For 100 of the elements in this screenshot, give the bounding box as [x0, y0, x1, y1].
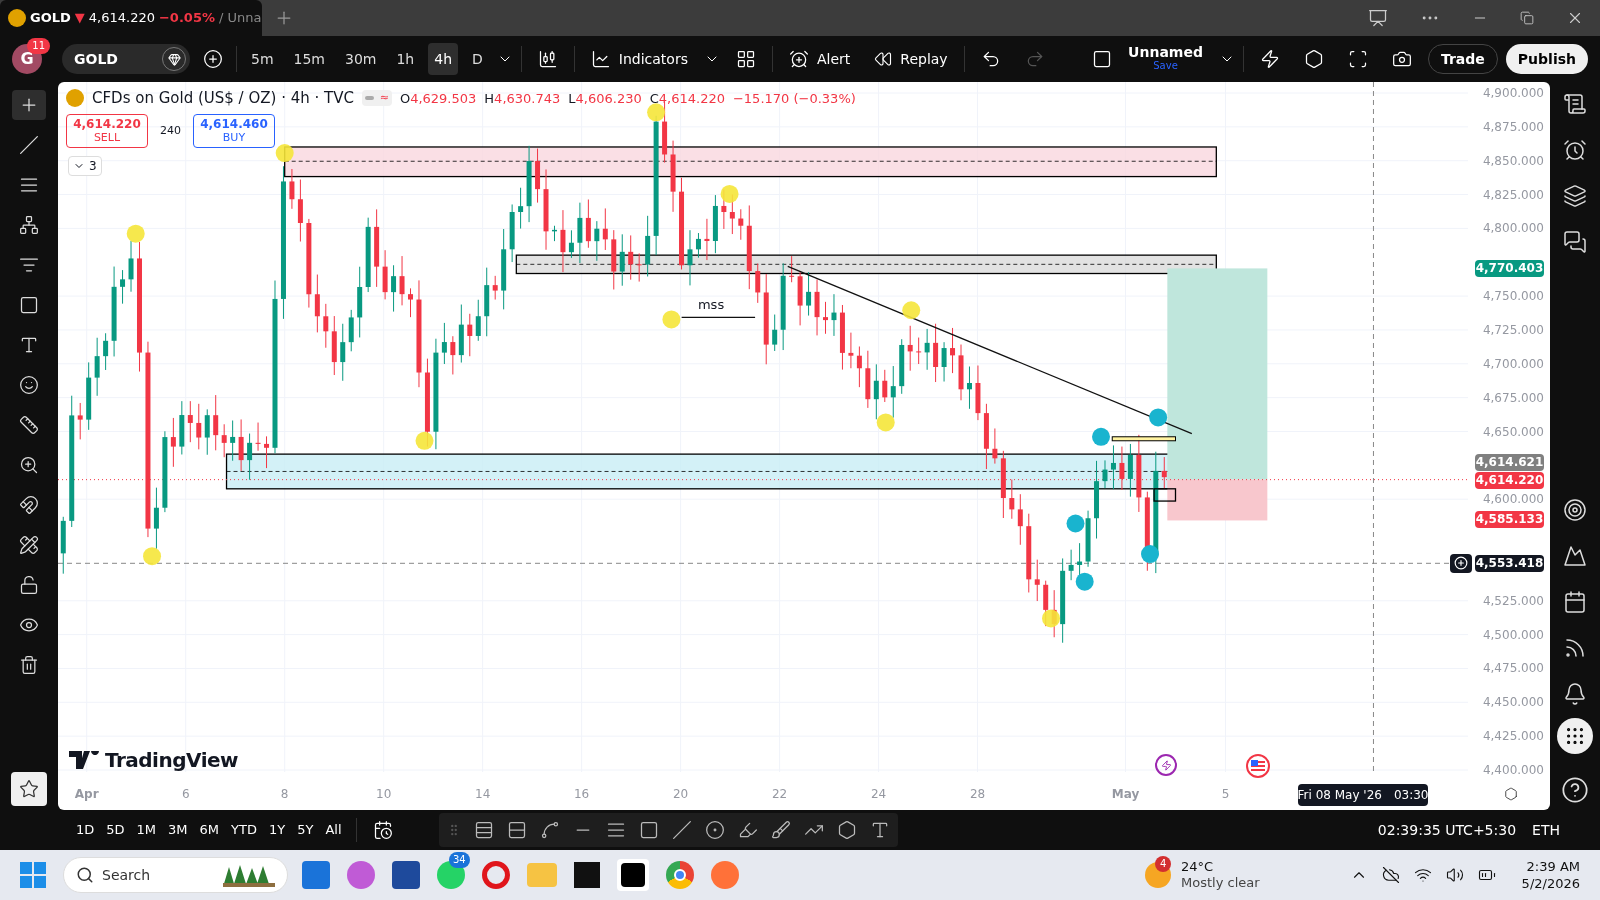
favorite-icon[interactable] — [11, 772, 47, 806]
apps-icon[interactable] — [1557, 718, 1593, 754]
range-button[interactable]: 5D — [100, 816, 131, 844]
crosshair-icon[interactable] — [12, 90, 46, 120]
tab-price: 4,614.220 — [88, 9, 155, 28]
volume-icon[interactable] — [1445, 866, 1464, 884]
time-label: 8 — [280, 787, 289, 801]
time-label: May — [1111, 787, 1140, 801]
price-tag: 4,553.418 — [1475, 554, 1544, 572]
ohlc-value: L4,606.230 — [568, 89, 642, 108]
help-icon[interactable] — [1561, 776, 1589, 804]
symbol-search[interactable]: GOLD — [62, 44, 190, 74]
spline-icon[interactable] — [539, 820, 560, 840]
chart-app-icon[interactable] — [617, 859, 649, 891]
replay-button[interactable]: Replay — [866, 48, 956, 70]
price-tag: 4,770.403 — [1475, 259, 1544, 277]
checkbox-icon[interactable] — [1092, 49, 1113, 69]
levels-icon[interactable] — [506, 820, 527, 840]
marker-dot — [1092, 427, 1110, 446]
clock-label: 02:39:35 UTC+5:30 — [1377, 820, 1517, 840]
price-label: 4,475.000 — [1482, 661, 1544, 676]
marker-dot — [1042, 609, 1060, 628]
copilot-icon[interactable] — [347, 861, 375, 889]
layout-name-button[interactable]: Unnamed Save — [1120, 45, 1211, 73]
chrome-icon[interactable] — [666, 861, 694, 889]
chat-icon[interactable] — [1563, 230, 1587, 254]
polygon-icon[interactable] — [836, 820, 857, 840]
range-button[interactable]: YTD — [225, 816, 263, 844]
interval-button[interactable]: 15m — [287, 43, 331, 75]
interval-button[interactable]: 1h — [390, 43, 421, 75]
search-field[interactable]: Search — [63, 857, 288, 893]
highlighter-icon[interactable] — [737, 820, 758, 840]
interval-button[interactable]: 30m — [339, 43, 383, 75]
interval-button[interactable]: 4h — [428, 43, 458, 75]
visibility-toggle[interactable]: ≈ — [361, 90, 392, 107]
price-label: 4,900.000 — [1482, 86, 1544, 100]
brush-icon[interactable] — [770, 820, 791, 840]
flag-event-icon — [1246, 754, 1270, 778]
tab-title: / Unna — [218, 9, 262, 28]
price-label: 4,600.000 — [1482, 492, 1544, 507]
interval-button[interactable]: D — [466, 43, 489, 75]
range-button[interactable]: 1D — [70, 816, 101, 844]
price-label: 4,700.000 — [1482, 356, 1544, 371]
alert-button[interactable]: Alert — [780, 48, 859, 70]
mountain-icon[interactable] — [1563, 544, 1587, 568]
calendar-icon[interactable] — [1563, 590, 1587, 614]
cloud-off-icon[interactable] — [1381, 866, 1400, 884]
target-icon[interactable] — [1563, 498, 1587, 522]
add-price-icon[interactable] — [1450, 553, 1472, 573]
price-label: 4,850.000 — [1482, 153, 1544, 168]
tab-change: −0.05% — [158, 9, 215, 28]
price-label: 4,875.000 — [1482, 119, 1544, 134]
trend-line-icon[interactable] — [671, 820, 692, 840]
alarm-clock-icon — [788, 49, 809, 69]
range-button[interactable]: 6M — [193, 816, 226, 844]
time-label: 5 — [1221, 787, 1230, 801]
range-button[interactable]: 5Y — [291, 816, 320, 844]
sell-button[interactable]: 4,614.220 SELL — [66, 114, 148, 148]
lightning-event-icon — [1155, 754, 1177, 776]
range-button[interactable]: 1M — [130, 816, 163, 844]
rectangle-icon[interactable] — [638, 820, 659, 840]
lines-icon[interactable] — [473, 820, 494, 840]
watchlist-icon[interactable] — [1563, 92, 1587, 116]
alarm-icon[interactable] — [1563, 138, 1587, 162]
marker-dot — [647, 103, 666, 122]
price-label: 4,500.000 — [1482, 627, 1544, 642]
crosshair-time-label: Fri 08 May '26 03:30 — [1298, 784, 1428, 806]
opera-icon[interactable] — [482, 861, 510, 889]
session-button[interactable]: ETH — [1532, 819, 1560, 841]
logo-text: TradingView — [105, 747, 239, 774]
rewind-icon — [874, 50, 893, 68]
range-button[interactable]: 1Y — [262, 816, 292, 844]
publish-button[interactable]: Publish — [1505, 44, 1588, 74]
price-label: 4,400.000 — [1482, 763, 1544, 777]
tab-symbol: GOLD — [30, 9, 71, 28]
indicators-toggle[interactable]: 3 — [68, 156, 102, 176]
price-label: 4,750.000 — [1482, 289, 1544, 304]
price-tag: 4,614.621 — [1475, 453, 1544, 471]
ohlc-value: C4,614.220 — [649, 89, 725, 108]
whatsapp-icon[interactable] — [437, 861, 465, 889]
range-button[interactable]: All — [319, 816, 348, 844]
change-value: −15.170 (−0.33%) — [732, 89, 856, 108]
layers-icon[interactable] — [1563, 184, 1587, 208]
marker-dot — [1141, 545, 1159, 564]
settings-icon[interactable] — [1504, 787, 1518, 801]
buy-button[interactable]: 4,614.460 BUY — [193, 114, 275, 148]
price-label: 4,450.000 — [1482, 695, 1544, 710]
circle-icon[interactable] — [704, 820, 725, 840]
bell-icon[interactable] — [1563, 682, 1587, 706]
price-label: 4,725.000 — [1482, 322, 1544, 337]
interval-button[interactable]: 5m — [245, 43, 280, 75]
presentation-icon[interactable] — [1368, 8, 1388, 28]
range-button[interactable]: 3M — [162, 816, 194, 844]
browser-tab[interactable]: GOLD ▼ 4,614.220 −0.05% / Unna — [0, 0, 262, 36]
tab-direction: ▼ — [74, 9, 85, 28]
signal-icon[interactable] — [1563, 636, 1587, 660]
indicators-button[interactable]: Indicators — [582, 48, 696, 70]
restore-icon[interactable] — [1520, 11, 1534, 25]
quantity-label: 240 — [159, 122, 182, 139]
start-icon[interactable] — [20, 862, 46, 888]
